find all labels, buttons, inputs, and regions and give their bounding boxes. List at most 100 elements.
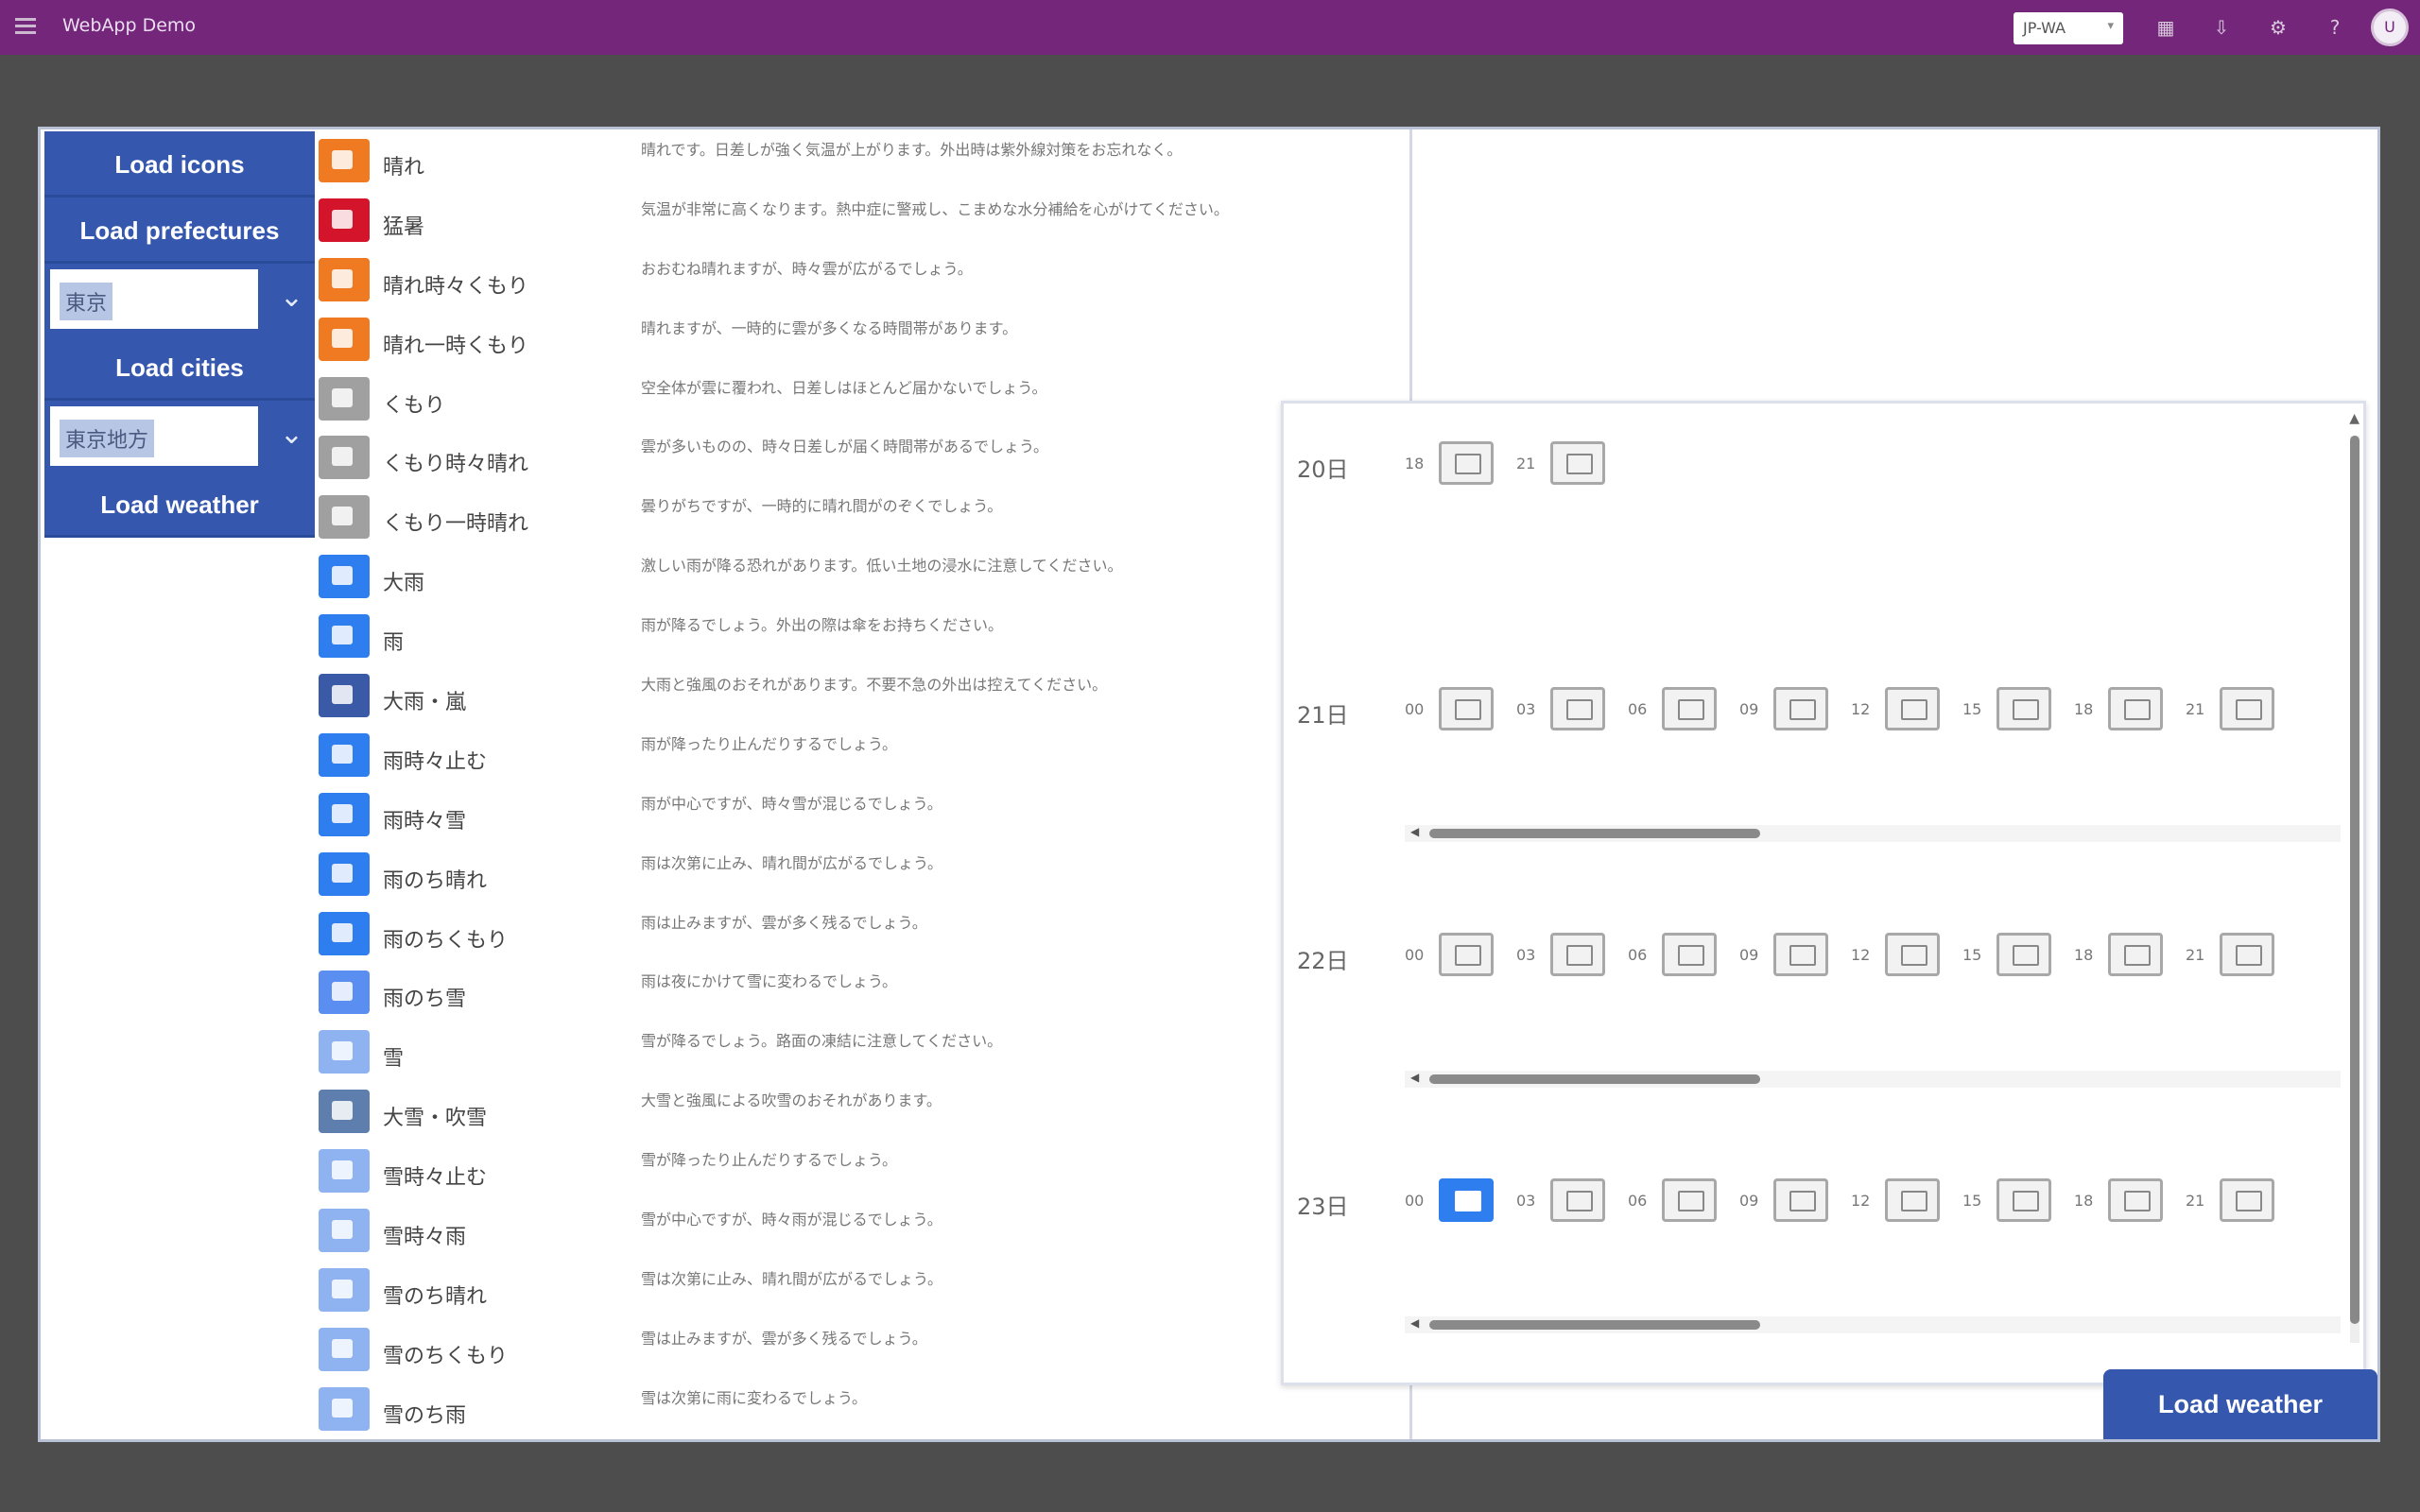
hour-slot: 12: [1851, 687, 1962, 744]
weather-image-icon: [1996, 933, 2051, 976]
weather-icon: [319, 911, 370, 955]
weather-icon: [319, 971, 370, 1015]
hour-label: 21: [2186, 700, 2205, 718]
load-icons-button[interactable]: Load icons: [44, 131, 315, 198]
chevron-down-icon[interactable]: ⌄: [280, 418, 303, 451]
city-field[interactable]: 東京地方: [48, 404, 260, 468]
hour-label: 06: [1628, 1192, 1648, 1210]
weather-icon: [319, 257, 370, 301]
prefecture-select[interactable]: 東京 ⌄: [44, 264, 315, 335]
hour-label: 18: [2074, 946, 2094, 964]
weather-image-icon: [1885, 687, 1940, 730]
weather-description: おおむね晴れますが、時々雲が広がるでしょう。: [641, 259, 973, 278]
weather-description: 空全体が雲に覆われ、日差しはほとんど届かないでしょう。: [641, 378, 1047, 397]
hour-label: 09: [1739, 700, 1759, 718]
weather-image-icon: [1439, 1178, 1494, 1222]
hour-label: 21: [2186, 946, 2205, 964]
weather-icon-list: 晴れ 晴れです。日差しが強く気温が上がります。外出時は紫外線対策をお忘れなく。 猛暑…: [315, 131, 1411, 1439]
hourly-strip: 00 03 06 09 12 15 18 21: [1405, 1178, 2347, 1235]
help-icon[interactable]: ?: [2321, 13, 2349, 42]
hour-slot: 00: [1405, 933, 1516, 989]
hour-label: 06: [1628, 700, 1648, 718]
horizontal-scrollbar[interactable]: ◀: [1405, 1316, 2341, 1333]
weather-image-icon: [1885, 933, 1940, 976]
weather-image-icon: [1996, 1178, 2051, 1222]
scroll-left-icon[interactable]: ◀: [1410, 1071, 1419, 1084]
weather-name: くもり時々晴れ: [383, 453, 529, 477]
weather-name: 雪のち雨: [383, 1403, 467, 1428]
weather-image-icon: [2108, 687, 2163, 730]
grid-icon[interactable]: ▦: [2152, 13, 2180, 42]
hour-slot: 09: [1739, 687, 1851, 744]
scroll-left-icon[interactable]: ◀: [1410, 1316, 1419, 1330]
weather-name: 晴れ時々くもり: [383, 274, 529, 299]
horizontal-scrollbar[interactable]: ◀: [1405, 825, 2341, 842]
weather-image-icon: [1550, 441, 1605, 485]
forecast-vertical-scrollbar[interactable]: [2350, 436, 2360, 1343]
prefecture-field[interactable]: 東京: [48, 267, 260, 331]
hour-slot: 18: [1405, 441, 1516, 498]
weather-icon: [319, 198, 370, 242]
menu-icon[interactable]: [13, 15, 38, 40]
weather-image-icon: [1996, 687, 2051, 730]
weather-image-icon: [2108, 933, 2163, 976]
scroll-thumb[interactable]: [1429, 1320, 1760, 1330]
load-cities-button[interactable]: Load cities: [44, 335, 315, 401]
hour-label: 12: [1851, 946, 1871, 964]
weather-icon: [319, 614, 370, 659]
weather-name: くもり一時晴れ: [383, 512, 529, 537]
weather-name: 雨: [383, 631, 405, 656]
hour-slot: 21: [2186, 687, 2297, 744]
weather-image-icon: [1773, 933, 1828, 976]
settings-icon[interactable]: ⚙: [2264, 13, 2292, 42]
list-item: くもり一時晴れ 曇りがちですが、一時的に晴れ間がのぞくでしょう。: [315, 488, 1411, 547]
weather-name: 大雨・嵐: [383, 691, 467, 715]
weather-name: 雪: [383, 1047, 405, 1072]
city-select[interactable]: 東京地方 ⌄: [44, 401, 315, 472]
load-prefectures-button[interactable]: Load prefectures: [44, 198, 315, 264]
weather-icon: [319, 792, 370, 836]
weather-name: 雪時々止む: [383, 1166, 488, 1191]
hour-slot: 18: [2074, 1178, 2186, 1235]
list-item: くもり時々晴れ 雲が多いものの、時々日差しが届く時間帯があるでしょう。: [315, 428, 1411, 488]
weather-icon: [319, 495, 370, 540]
hourly-strip: 18 21: [1405, 441, 2347, 498]
weather-image-icon: [1773, 687, 1828, 730]
list-item: 猛暑 気温が非常に高くなります。熱中症に警戒し、こまめな水分補給を心がけてください…: [315, 191, 1411, 250]
list-item: 雪のちくもり 雪は止みますが、雲が多く残るでしょう。: [315, 1320, 1411, 1380]
hour-slot: 09: [1739, 933, 1851, 989]
load-weather-button-bottom[interactable]: Load weather: [2103, 1369, 2377, 1439]
scroll-up-icon[interactable]: ▲: [2349, 411, 2360, 426]
load-weather-button[interactable]: Load weather: [44, 472, 315, 538]
hour-slot: 06: [1628, 933, 1739, 989]
hour-label: 00: [1405, 700, 1425, 718]
scroll-thumb[interactable]: [1429, 1074, 1760, 1084]
scroll-left-icon[interactable]: ◀: [1410, 825, 1419, 838]
hour-slot: 18: [2074, 933, 2186, 989]
hour-slot: 21: [2186, 933, 2297, 989]
list-item: くもり 空全体が雲に覆われ、日差しはほとんど届かないでしょう。: [315, 369, 1411, 429]
region-select[interactable]: JP-WA ▾: [2014, 12, 2123, 44]
avatar[interactable]: U: [2371, 9, 2409, 46]
list-item: 雨時々雪 雨が中心ですが、時々雪が混じるでしょう。: [315, 785, 1411, 845]
weather-image-icon: [2220, 687, 2274, 730]
weather-name: 雨のちくもり: [383, 928, 509, 953]
download-icon[interactable]: ⇩: [2207, 13, 2236, 42]
weather-name: 雪のち晴れ: [383, 1284, 488, 1309]
weather-image-icon: [2220, 933, 2274, 976]
chevron-down-icon[interactable]: ⌄: [280, 281, 303, 314]
weather-image-icon: [1885, 1178, 1940, 1222]
weather-image-icon: [2108, 1178, 2163, 1222]
hour-slot: 03: [1516, 1178, 1628, 1235]
city-value: 東京地方: [60, 420, 155, 457]
weather-image-icon: [1550, 687, 1605, 730]
weather-image-icon: [1662, 1178, 1717, 1222]
hour-label: 12: [1851, 1192, 1871, 1210]
horizontal-scrollbar[interactable]: ◀: [1405, 1071, 2341, 1088]
scroll-thumb[interactable]: [1429, 829, 1760, 838]
weather-name: 晴れ: [383, 156, 425, 180]
weather-name: 猛暑: [383, 215, 425, 239]
weather-image-icon: [2220, 1178, 2274, 1222]
forecast-panel: ▲ 20日 18 21 21日 00 03 06 09 12 15 18 21 ◀ 22日 00 03 06 09…: [1281, 401, 2366, 1385]
sidebar: Load icons Load prefectures 東京 ⌄ Load ci…: [44, 131, 315, 538]
